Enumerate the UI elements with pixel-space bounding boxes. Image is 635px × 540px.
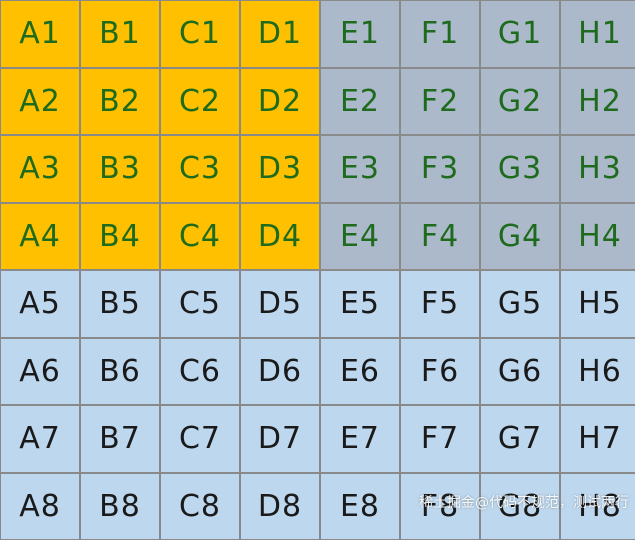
cell-f4[interactable]: F4 xyxy=(400,203,480,271)
cell-g3[interactable]: G3 xyxy=(480,135,560,203)
cell-b6[interactable]: B6 xyxy=(80,338,160,406)
cell-h4[interactable]: H4 xyxy=(560,203,635,271)
cell-c3[interactable]: C3 xyxy=(160,135,240,203)
cell-d2[interactable]: D2 xyxy=(240,68,320,136)
watermark-text: 稀土掘金@代码不规范，测试两行 xyxy=(419,492,629,512)
cell-f5[interactable]: F5 xyxy=(400,270,480,338)
cell-g5[interactable]: G5 xyxy=(480,270,560,338)
cell-b5[interactable]: B5 xyxy=(80,270,160,338)
cell-h3[interactable]: H3 xyxy=(560,135,635,203)
cell-c6[interactable]: C6 xyxy=(160,338,240,406)
cell-a1[interactable]: A1 xyxy=(0,0,80,68)
cell-b1[interactable]: B1 xyxy=(80,0,160,68)
cell-a8[interactable]: A8 xyxy=(0,473,80,540)
cell-c8[interactable]: C8 xyxy=(160,473,240,540)
cell-h1[interactable]: H1 xyxy=(560,0,635,68)
cell-f3[interactable]: F3 xyxy=(400,135,480,203)
cell-grid: A1 B1 C1 D1 E1 F1 G1 H1 A2 B2 C2 D2 E2 F… xyxy=(0,0,635,540)
cell-e3[interactable]: E3 xyxy=(320,135,400,203)
cell-e6[interactable]: E6 xyxy=(320,338,400,406)
cell-a3[interactable]: A3 xyxy=(0,135,80,203)
cell-f7[interactable]: F7 xyxy=(400,405,480,473)
cell-c4[interactable]: C4 xyxy=(160,203,240,271)
cell-e4[interactable]: E4 xyxy=(320,203,400,271)
cell-e1[interactable]: E1 xyxy=(320,0,400,68)
cell-d6[interactable]: D6 xyxy=(240,338,320,406)
cell-d5[interactable]: D5 xyxy=(240,270,320,338)
cell-h6[interactable]: H6 xyxy=(560,338,635,406)
cell-a2[interactable]: A2 xyxy=(0,68,80,136)
cell-a4[interactable]: A4 xyxy=(0,203,80,271)
cell-h7[interactable]: H7 xyxy=(560,405,635,473)
cell-e5[interactable]: E5 xyxy=(320,270,400,338)
cell-e7[interactable]: E7 xyxy=(320,405,400,473)
cell-d4[interactable]: D4 xyxy=(240,203,320,271)
cell-a7[interactable]: A7 xyxy=(0,405,80,473)
cell-g6[interactable]: G6 xyxy=(480,338,560,406)
cell-f2[interactable]: F2 xyxy=(400,68,480,136)
cell-g7[interactable]: G7 xyxy=(480,405,560,473)
cell-c7[interactable]: C7 xyxy=(160,405,240,473)
cell-b4[interactable]: B4 xyxy=(80,203,160,271)
cell-h5[interactable]: H5 xyxy=(560,270,635,338)
cell-g1[interactable]: G1 xyxy=(480,0,560,68)
cell-e2[interactable]: E2 xyxy=(320,68,400,136)
cell-f6[interactable]: F6 xyxy=(400,338,480,406)
cell-b3[interactable]: B3 xyxy=(80,135,160,203)
cell-d3[interactable]: D3 xyxy=(240,135,320,203)
cell-b8[interactable]: B8 xyxy=(80,473,160,540)
cell-d7[interactable]: D7 xyxy=(240,405,320,473)
cell-c5[interactable]: C5 xyxy=(160,270,240,338)
cell-c1[interactable]: C1 xyxy=(160,0,240,68)
cell-h2[interactable]: H2 xyxy=(560,68,635,136)
cell-a5[interactable]: A5 xyxy=(0,270,80,338)
cell-g2[interactable]: G2 xyxy=(480,68,560,136)
cell-f1[interactable]: F1 xyxy=(400,0,480,68)
cell-b2[interactable]: B2 xyxy=(80,68,160,136)
cell-c2[interactable]: C2 xyxy=(160,68,240,136)
cell-g4[interactable]: G4 xyxy=(480,203,560,271)
cell-b7[interactable]: B7 xyxy=(80,405,160,473)
cell-d1[interactable]: D1 xyxy=(240,0,320,68)
cell-a6[interactable]: A6 xyxy=(0,338,80,406)
cell-e8[interactable]: E8 xyxy=(320,473,400,540)
cell-d8[interactable]: D8 xyxy=(240,473,320,540)
